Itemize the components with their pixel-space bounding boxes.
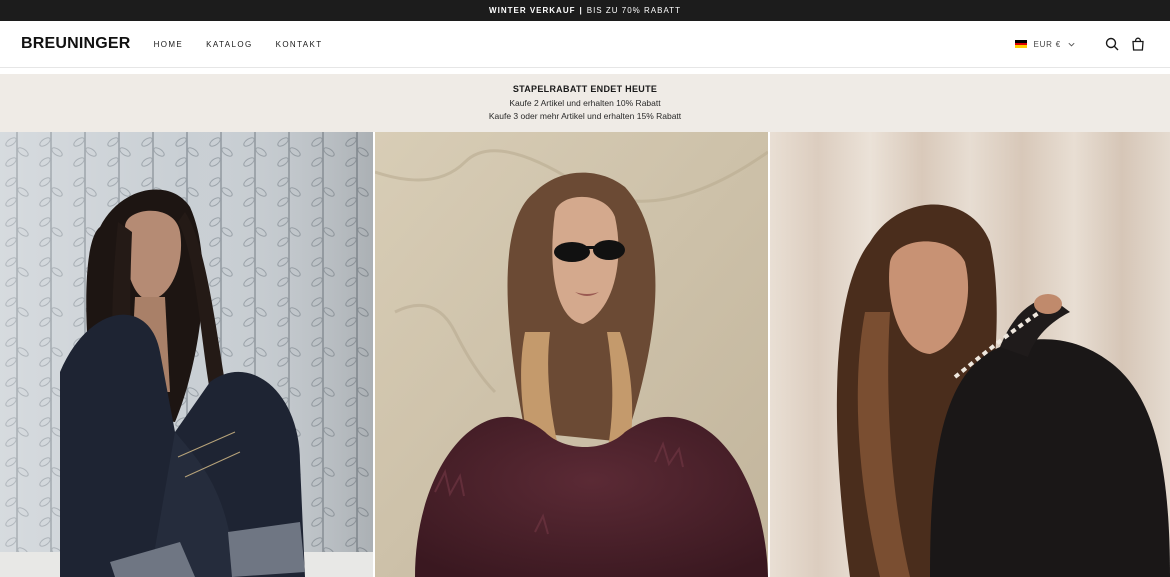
- announcement-divider: |: [579, 6, 583, 15]
- hero-image-fur-graphic: [375, 132, 768, 577]
- hero-image-sweater[interactable]: [770, 132, 1170, 577]
- chevron-down-icon: [1068, 42, 1075, 46]
- nav-kontakt[interactable]: KONTAKT: [276, 40, 323, 49]
- nav-katalog[interactable]: KATALOG: [206, 40, 252, 49]
- bag-icon[interactable]: [1130, 36, 1146, 52]
- germany-flag-icon: [1015, 40, 1028, 49]
- promo-line-1: Kaufe 2 Artikel und erhalten 10% Rabatt: [509, 97, 661, 108]
- hero-image-denim-graphic: [0, 132, 373, 577]
- promo-line-2: Kaufe 3 oder mehr Artikel und erhalten 1…: [488, 110, 682, 121]
- announcement-bar: WINTER VERKAUF | BIS ZU 70% RABATT: [0, 0, 1170, 21]
- site-header: BREUNINGER HOME KATALOG KONTAKT EUR €: [0, 21, 1170, 68]
- search-icon[interactable]: [1104, 36, 1120, 52]
- hero-image-sweater-graphic: [770, 132, 1170, 577]
- main-nav: HOME KATALOG KONTAKT: [154, 40, 346, 49]
- nav-home[interactable]: HOME: [154, 40, 184, 49]
- brand-logo[interactable]: BREUNINGER: [21, 35, 131, 53]
- currency-selector[interactable]: EUR €: [1015, 40, 1076, 49]
- hero-image-fur[interactable]: [375, 132, 768, 577]
- header-actions: EUR €: [1015, 36, 1146, 52]
- announcement-sub: BIS ZU 70% RABATT: [586, 6, 681, 15]
- hero-gallery: [0, 132, 1170, 577]
- currency-label: EUR €: [1033, 39, 1061, 49]
- promo-banner: STAPELRABATT ENDET HEUTE Kaufe 2 Artikel…: [0, 74, 1170, 132]
- hero-image-denim[interactable]: [0, 132, 373, 577]
- promo-title: STAPELRABATT ENDET HEUTE: [512, 83, 658, 94]
- announcement-strong: WINTER VERKAUF: [489, 6, 576, 15]
